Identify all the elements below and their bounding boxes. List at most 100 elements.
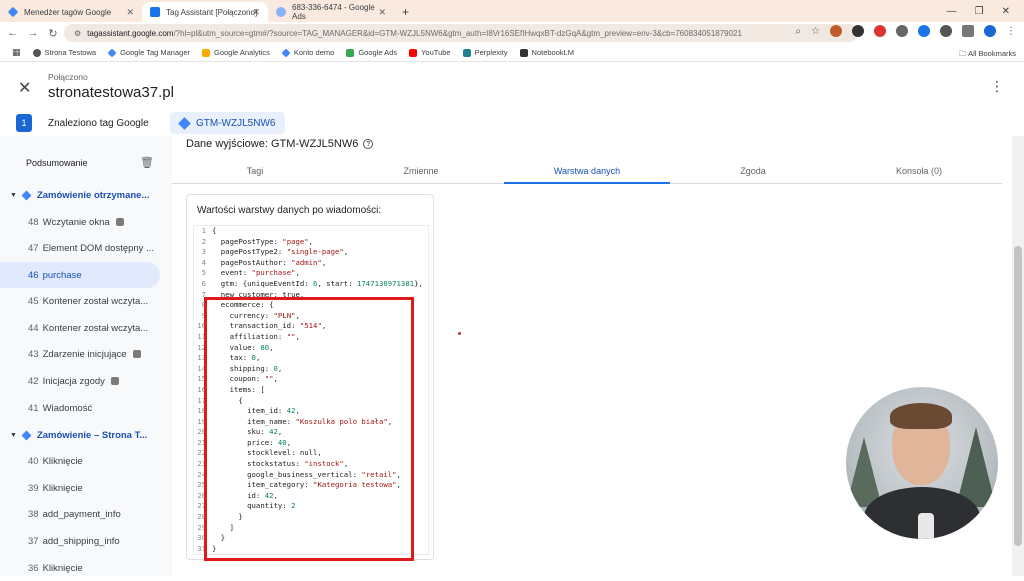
tab-data-layer[interactable]: Warstwa danych: [504, 158, 670, 184]
webcam-overlay: [846, 387, 998, 539]
code-line: 5 event: "purchase",: [194, 268, 428, 279]
all-bookmarks-button[interactable]: 🗀 All Bookmarks: [959, 48, 1016, 61]
site-info-icon[interactable]: ⚙: [74, 29, 81, 38]
page-scrollbar[interactable]: [1012, 136, 1024, 576]
event-item[interactable]: 38 add_payment_info: [0, 501, 172, 527]
tab-tags[interactable]: Tagi: [172, 158, 338, 183]
code-line: 3 pagePostType2: "single-page",: [194, 247, 428, 258]
chevron-down-icon[interactable]: ▼: [10, 192, 17, 199]
browser-toolbar: ← → ↻ ⚙ tagassistant.google.com/?hl=pl&u…: [0, 22, 1024, 44]
event-item[interactable]: 48 Wczytanie okna: [0, 209, 172, 235]
event-number: 36: [28, 562, 39, 574]
extension-icon[interactable]: [830, 25, 842, 37]
bookmark[interactable]: Google Tag Manager: [107, 47, 190, 58]
line-number: 6: [201, 278, 206, 288]
line-number: 4: [201, 257, 206, 267]
close-icon[interactable]: ✕: [18, 78, 31, 98]
star-icon[interactable]: ☆: [811, 26, 820, 37]
event-item[interactable]: 37 add_shipping_info: [0, 528, 172, 554]
event-item[interactable]: 42 Inicjacja zgody: [0, 368, 172, 394]
browser-tab-strip: Menedżer tagów Google ✕ Tag Assistant [P…: [0, 0, 1024, 22]
ecommerce-highlight-box: [204, 297, 414, 561]
container-chip[interactable]: GTM-WZJL5NW6: [170, 112, 286, 134]
code-line: 2 pagePostType: "page",: [194, 237, 428, 248]
scrollbar-thumb[interactable]: [1014, 246, 1022, 546]
event-label: add_shipping_info: [42, 535, 120, 547]
extension-icon[interactable]: [896, 25, 908, 37]
event-item[interactable]: 46 purchase: [0, 262, 160, 288]
reload-icon[interactable]: ↻: [46, 27, 60, 40]
event-number: 44: [28, 322, 39, 334]
event-number: 47: [28, 242, 39, 254]
address-bar[interactable]: ⚙ tagassistant.google.com/?hl=pl&utm_sou…: [64, 24, 858, 42]
zoom-icon[interactable]: ⌕: [795, 26, 801, 37]
back-icon[interactable]: ←: [6, 27, 20, 39]
more-options-icon[interactable]: ⋮: [990, 78, 1004, 95]
tag-count-badge: 1: [16, 114, 32, 132]
summary-item[interactable]: Podsumowanie: [26, 158, 88, 168]
close-tab-icon[interactable]: ✕: [378, 7, 386, 18]
clear-messages-icon[interactable]: 🗑: [140, 156, 154, 169]
bookmark-favicon-icon: [462, 48, 471, 57]
puzzle-icon[interactable]: [962, 25, 974, 37]
microphone-icon: [918, 513, 934, 539]
chevron-down-icon[interactable]: ▼: [10, 432, 17, 439]
avatar[interactable]: [984, 25, 996, 37]
bookmark-label: Google Ads: [358, 48, 398, 57]
bookmark[interactable]: NotebookLM: [519, 48, 574, 57]
bookmarks-bar: ▦ Strona Testowa Google Tag Manager Goog…: [0, 44, 1024, 62]
tab-title: Tag Assistant [Połączono]: [166, 7, 258, 17]
extension-icon[interactable]: [852, 25, 864, 37]
event-item[interactable]: 36 Kliknięcie: [0, 555, 172, 581]
extension-icon[interactable]: [918, 25, 930, 37]
container-id: GTM-WZJL5NW6: [196, 117, 276, 129]
bookmark[interactable]: YouTube: [409, 48, 451, 57]
connection-status: Połączono: [48, 72, 88, 82]
tab-consent[interactable]: Zgoda: [670, 158, 836, 183]
tab-title: Menedżer tagów Google: [24, 7, 112, 17]
event-item[interactable]: 39 Kliknięcie: [0, 475, 172, 501]
chrome-menu-icon[interactable]: ⋮: [1006, 26, 1016, 37]
tab-variables[interactable]: Zmienne: [338, 158, 504, 183]
bookmark[interactable]: Strona Testowa: [32, 48, 96, 57]
bookmark-label: Google Tag Manager: [120, 48, 190, 57]
close-tab-icon[interactable]: ✕: [126, 7, 134, 18]
bookmark-favicon-icon: [346, 48, 355, 57]
apps-icon[interactable]: ▦: [12, 47, 21, 58]
data-layer-title: Wartości warstwy danych po wiadomości:: [197, 205, 382, 216]
event-label: Wczytanie okna: [42, 216, 110, 228]
event-item[interactable]: 44 Kontener został wczyta...: [0, 315, 172, 341]
presenter-hair: [890, 403, 952, 429]
close-tab-icon[interactable]: ✕: [252, 7, 260, 18]
forward-icon[interactable]: →: [26, 27, 40, 39]
bookmark[interactable]: Perplexity: [462, 48, 508, 57]
output-title-text: Dane wyjściowe: GTM-WZJL5NW6: [186, 138, 359, 150]
event-item[interactable]: 40 Kliknięcie: [0, 448, 172, 474]
bookmark[interactable]: Konto demo: [281, 47, 335, 58]
bookmark[interactable]: Google Analytics: [202, 48, 270, 57]
new-tab-button[interactable]: +: [394, 2, 417, 22]
event-item[interactable]: 45 Kontener został wczyta...: [0, 288, 172, 314]
event-item[interactable]: 41 Wiadomość: [0, 395, 172, 421]
restore-icon[interactable]: ❐: [975, 6, 984, 17]
browser-tab[interactable]: 683-336-6474 - Google Ads ✕: [268, 2, 394, 22]
event-item[interactable]: 47 Element DOM dostępny ...: [0, 235, 172, 261]
event-group[interactable]: ▼ Zamówienie otrzymane...: [0, 182, 172, 208]
bookmark[interactable]: Google Ads: [346, 48, 397, 57]
close-window-icon[interactable]: ✕: [1002, 6, 1010, 17]
event-group[interactable]: ▼ Zamówienie – Strona T...: [0, 422, 172, 448]
gtag-icon: [110, 377, 119, 385]
extension-icon[interactable]: [874, 25, 886, 37]
bookmark-label: Konto demo: [293, 48, 335, 57]
output-title: Dane wyjściowe: GTM-WZJL5NW6?: [186, 138, 374, 150]
browser-tab-active[interactable]: Tag Assistant [Połączono] ✕: [142, 2, 268, 22]
tab-console[interactable]: Konsola (0): [836, 158, 1002, 183]
help-icon[interactable]: ?: [363, 139, 374, 149]
tab-title: 683-336-6474 - Google Ads: [292, 3, 375, 21]
minimize-icon[interactable]: —: [947, 6, 957, 17]
url-host: tagassistant.google.com: [87, 28, 174, 38]
event-item[interactable]: 43 Zdarzenie inicjujące: [0, 341, 172, 367]
extension-icon[interactable]: [940, 25, 952, 37]
output-tabs: Tagi Zmienne Warstwa danych Zgoda Konsol…: [172, 158, 1002, 184]
browser-tab[interactable]: Menedżer tagów Google ✕: [0, 2, 142, 22]
